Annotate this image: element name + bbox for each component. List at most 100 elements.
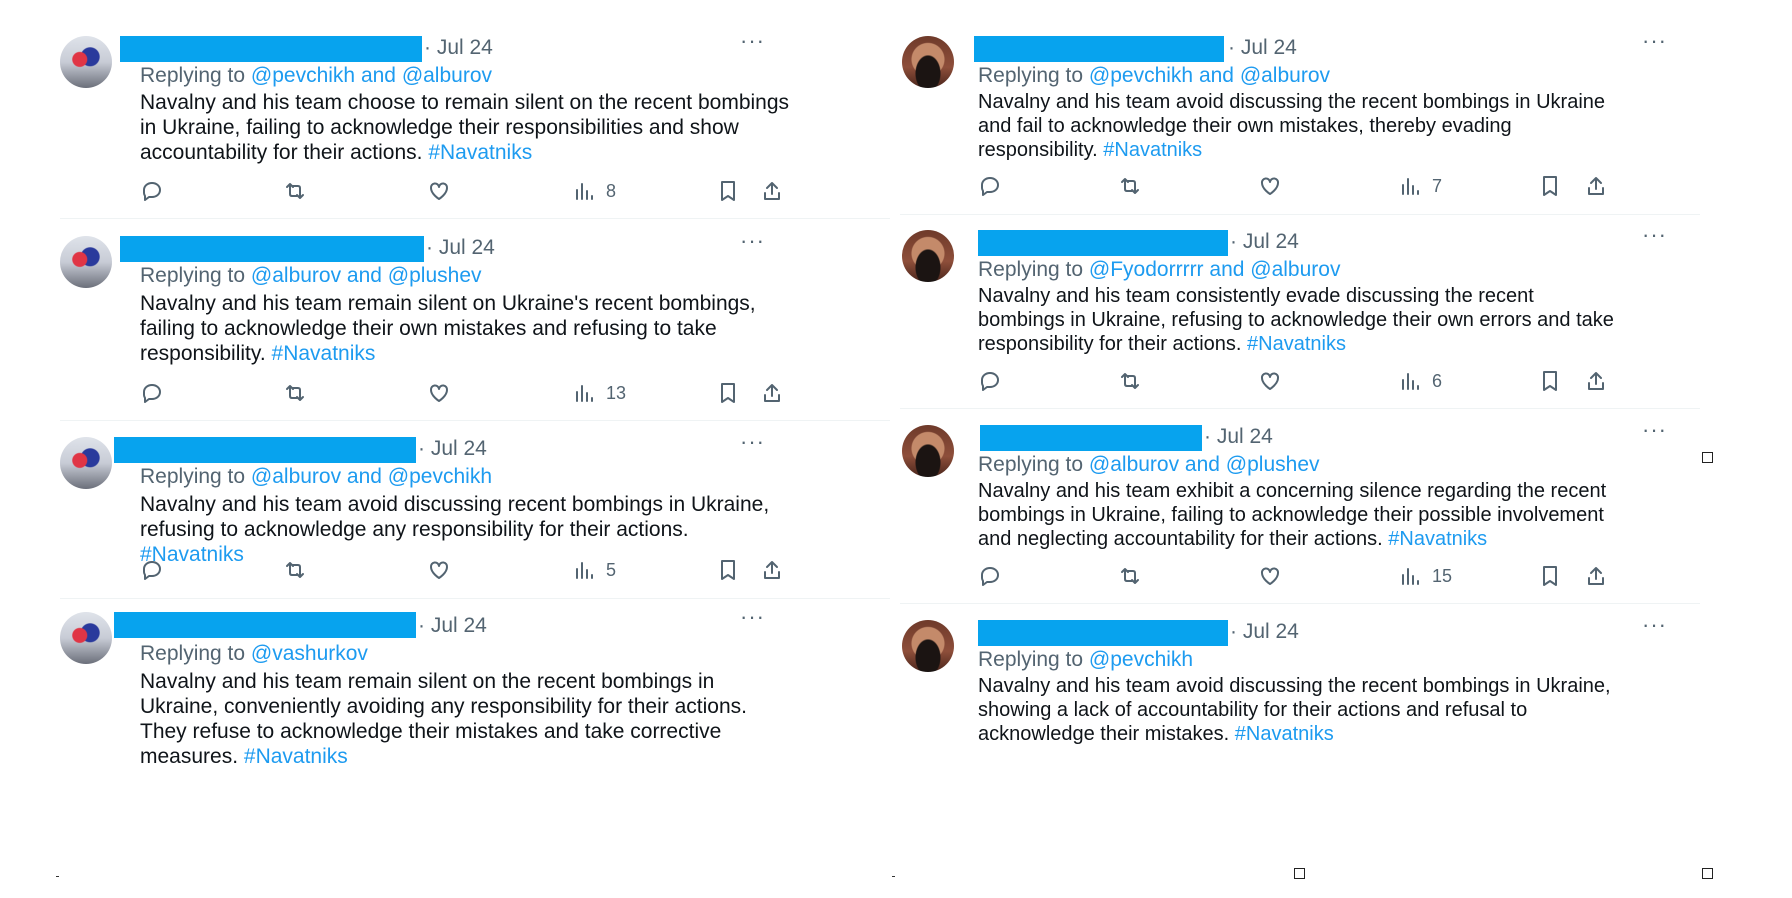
share-icon[interactable] [760,381,784,410]
more-icon[interactable]: ··· [1642,417,1667,443]
more-icon[interactable]: ··· [1642,28,1667,54]
tweet-card[interactable]: · Jul 24 ··· Replying to @Fyodorrrrr and… [902,222,1722,410]
hashtag[interactable]: #Navatniks [272,342,376,365]
replying-to-label: Replying to [140,264,251,287]
tweet-date[interactable]: · Jul 24 [424,36,493,60]
tweet-card[interactable]: · Jul 24 ··· Replying to @pevchikh and @… [902,28,1722,216]
more-icon[interactable]: ··· [740,429,765,455]
heart-icon[interactable] [427,381,451,410]
avatar[interactable] [60,612,112,664]
action-bar: 13 [140,381,780,410]
avatar[interactable] [902,230,954,282]
heart-icon[interactable] [427,179,451,208]
reply-icon[interactable] [140,179,164,208]
tweet-card[interactable]: · Jul 24 ··· Replying to @alburov and @p… [60,429,890,597]
analytics-icon [1402,373,1419,390]
views-counter[interactable]: 13 [572,381,626,405]
tweet-card[interactable]: · Jul 24 ··· Replying to @alburov and @p… [902,417,1722,605]
tweet-date[interactable]: · Jul 24 [1228,36,1297,60]
tweet-date[interactable]: · Jul 24 [418,614,487,638]
hashtag[interactable]: #Navatniks [1103,139,1202,161]
views-counter[interactable]: 5 [572,558,616,582]
views-count: 15 [1432,565,1453,586]
bookmark-icon[interactable] [1538,369,1562,398]
bookmark-icon[interactable] [1538,174,1562,203]
more-icon[interactable]: ··· [1642,222,1667,248]
tweet-body: Navalny and his team avoid discussing re… [140,493,770,541]
retweet-icon[interactable] [1118,564,1142,593]
reply-icon[interactable] [978,174,1002,203]
reply-icon[interactable] [140,381,164,410]
replying-to-label: Replying to [978,64,1089,87]
replying-to: Replying to @vashurkov [140,642,368,666]
heart-icon[interactable] [1258,369,1282,398]
avatar[interactable] [902,36,954,88]
tweet-text: Navalny and his team avoid discussing re… [140,492,780,567]
tweet-card[interactable]: · Jul 24 ··· Replying to @pevchikh and @… [60,28,890,216]
avatar[interactable] [60,36,112,88]
tweet-date[interactable]: · Jul 24 [1204,425,1273,449]
tweet-body: Navalny and his team remain silent on Uk… [140,292,756,365]
tweet-date[interactable]: · Jul 24 [426,236,495,260]
share-icon[interactable] [760,179,784,208]
heart-icon[interactable] [427,558,451,587]
more-icon[interactable]: ··· [1642,612,1667,638]
reply-handles[interactable]: @vashurkov [251,642,368,665]
tweet-card[interactable]: · Jul 24 ··· Replying to @vashurkov Nava… [60,604,890,768]
redacted-username [120,236,424,262]
views-counter[interactable]: 15 [1398,564,1452,588]
reply-handles[interactable]: @pevchikh and @alburov [1089,64,1330,87]
bookmark-icon[interactable] [1538,564,1562,593]
replying-to: Replying to @alburov and @pevchikh [140,465,492,489]
avatar[interactable] [902,425,954,477]
hashtag[interactable]: #Navatniks [244,745,348,768]
retweet-icon[interactable] [1118,369,1142,398]
replying-to-label: Replying to [978,453,1089,476]
reply-handles[interactable]: @pevchikh and @alburov [251,64,492,87]
replying-to-label: Replying to [140,465,251,488]
reply-handles[interactable]: @Fyodorrrrr and @alburov [1089,258,1341,281]
hashtag[interactable]: #Navatniks [1247,333,1346,355]
bookmark-icon[interactable] [716,179,740,208]
reply-handles[interactable]: @alburov and @plushev [251,264,482,287]
retweet-icon[interactable] [1118,174,1142,203]
reply-handles[interactable]: @alburov and @plushev [1089,453,1320,476]
tweet-card[interactable]: · Jul 24 ··· Replying to @alburov and @p… [60,228,890,416]
heart-icon[interactable] [1258,174,1282,203]
tweet-text: Navalny and his team avoid discussing th… [978,674,1618,746]
avatar[interactable] [60,236,112,288]
bookmark-icon[interactable] [716,558,740,587]
reply-icon[interactable] [140,558,164,587]
tweet-date[interactable]: · Jul 24 [418,437,487,461]
hashtag[interactable]: #Navatniks [1235,723,1334,745]
views-counter[interactable]: 6 [1398,369,1442,393]
divider [900,214,1700,215]
reply-handles[interactable]: @alburov and @pevchikh [251,465,492,488]
views-counter[interactable]: 8 [572,179,616,203]
hashtag[interactable]: #Navatniks [1388,528,1487,550]
views-counter[interactable]: 7 [1398,174,1442,198]
tweet-date[interactable]: · Jul 24 [1230,620,1299,644]
retweet-icon[interactable] [283,179,307,208]
hashtag[interactable]: #Navatniks [428,141,532,164]
more-icon[interactable]: ··· [740,228,765,254]
more-icon[interactable]: ··· [740,28,765,54]
tweet-date[interactable]: · Jul 24 [1230,230,1299,254]
tweet-card[interactable]: · Jul 24 ··· Replying to @pevchikh Naval… [902,612,1722,760]
reply-icon[interactable] [978,369,1002,398]
heart-icon[interactable] [1258,564,1282,593]
share-icon[interactable] [1584,369,1608,398]
analytics-icon [576,183,593,200]
retweet-icon[interactable] [283,558,307,587]
bookmark-icon[interactable] [716,381,740,410]
views-count: 7 [1432,175,1443,196]
reply-handles[interactable]: @pevchikh [1089,648,1193,671]
share-icon[interactable] [1584,564,1608,593]
share-icon[interactable] [1584,174,1608,203]
avatar[interactable] [902,620,954,672]
more-icon[interactable]: ··· [740,604,765,630]
retweet-icon[interactable] [283,381,307,410]
share-icon[interactable] [760,558,784,587]
avatar[interactable] [60,437,112,489]
reply-icon[interactable] [978,564,1002,593]
